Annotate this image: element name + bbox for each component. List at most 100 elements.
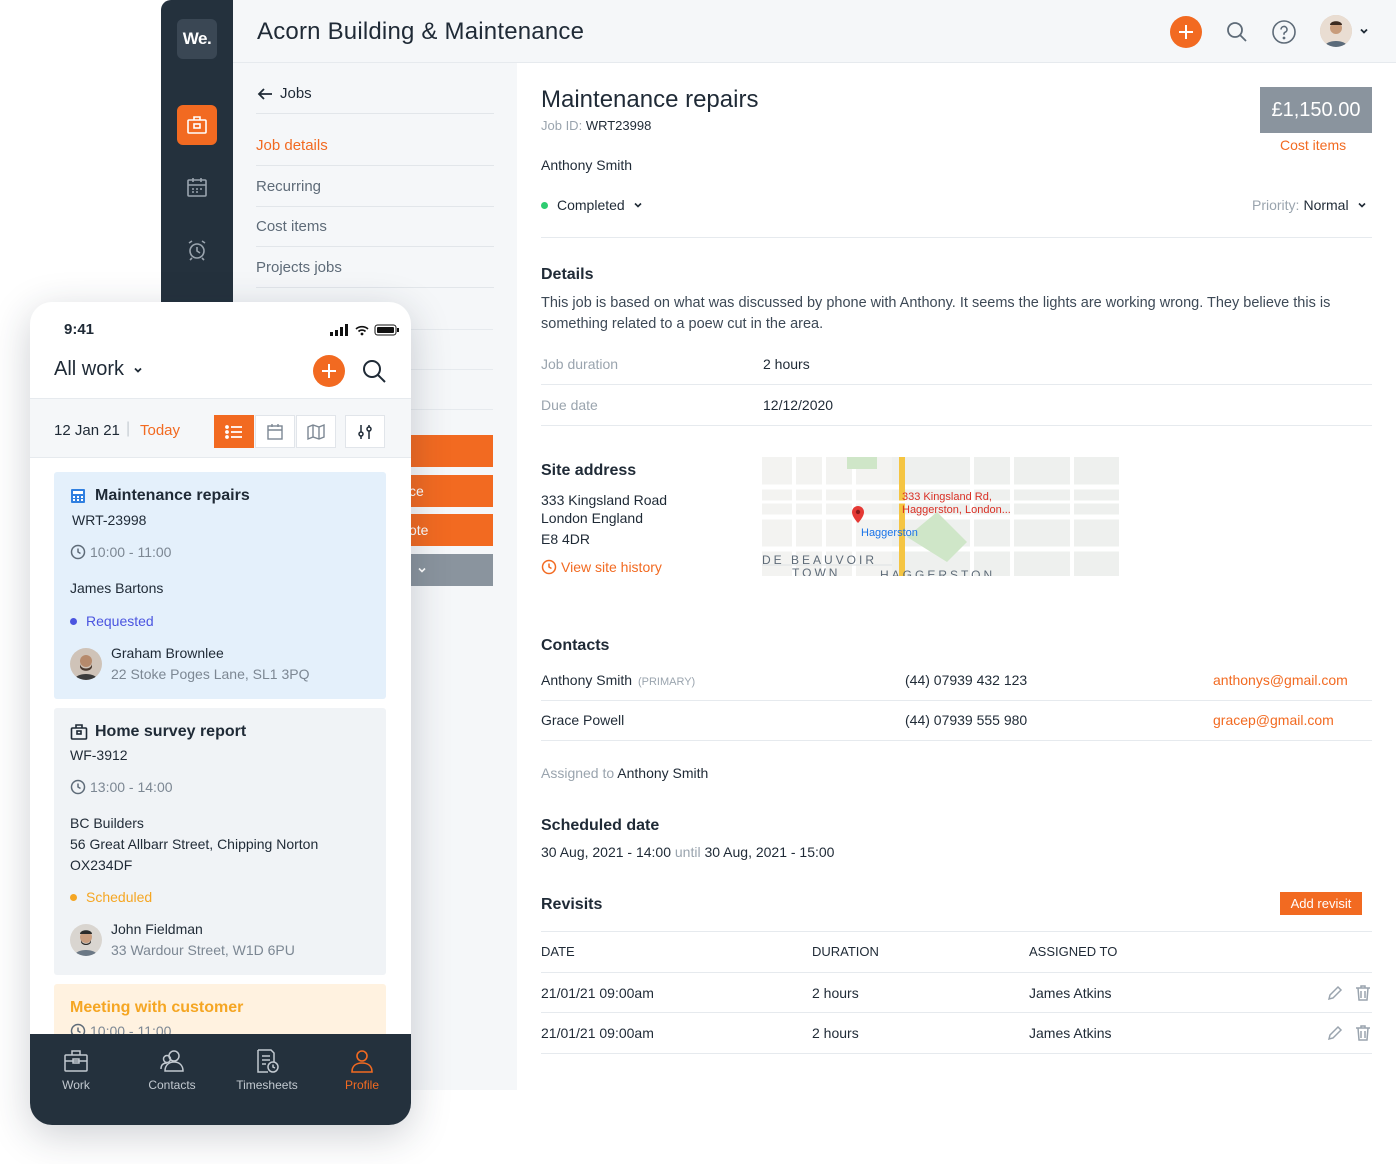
tab-work[interactable]: Work [31,1048,121,1092]
search-icon[interactable] [361,358,387,389]
filter-settings-button[interactable] [345,415,385,448]
card-person: John Fieldman [111,921,203,937]
scheduled-heading: Scheduled date [541,817,660,834]
revisit-duration: 2 hours [812,1025,859,1041]
add-button[interactable] [1170,16,1202,48]
trash-icon[interactable] [1354,1024,1372,1047]
view-site-history-link[interactable]: View site history [541,559,662,575]
alarm-rail-icon[interactable] [177,230,217,270]
contact-phone[interactable]: (44) 07939 555 980 [905,712,1027,728]
price-badge: £1,150.00 [1260,87,1372,133]
user-avatar[interactable] [1320,15,1352,47]
contact-name: Anthony Smith [541,672,633,688]
divider [541,931,1372,932]
edit-icon[interactable] [1326,1024,1344,1047]
chevron-down-icon [418,567,426,573]
job-customer: Anthony Smith [541,157,633,173]
filter-label: All work [54,358,125,380]
priority-dropdown[interactable]: Priority: Normal [1252,197,1367,213]
divider [409,409,493,410]
jobs-rail-icon[interactable] [177,105,217,145]
status-dot [541,201,548,209]
subnav-label: Recurring [256,178,322,195]
action-button[interactable]: ce [409,475,493,507]
column-header[interactable]: ASSIGNED TO [1029,944,1117,959]
chevron-down-icon[interactable] [1358,24,1370,42]
job-description: This job is based on what was discussed … [541,295,1331,332]
bottom-tab-bar: Work Contacts Timesheets Profile [30,1034,411,1125]
contact-name: Grace Powell [541,712,625,728]
address-line: London England [541,510,643,526]
card-address: 22 Stoke Poges Lane, SL1 3PQ [111,666,310,682]
revisit-assigned: James Atkins [1029,1025,1112,1041]
trash-icon[interactable] [1354,984,1372,1007]
avatar [70,924,102,956]
job-card[interactable]: Maintenance repairs WRT-23998 10:00 - 11… [54,472,386,699]
tab-contacts[interactable]: Contacts [127,1048,217,1092]
status-dot [70,617,77,625]
priority-value: Normal [1303,197,1349,213]
tab-profile[interactable]: Profile [317,1048,407,1092]
card-address: 33 Wardour Street, W1D 6PU [111,942,295,958]
app-logo[interactable]: We. [177,19,217,59]
job-card[interactable]: Home survey report WF-3912 13:00 - 14:00… [54,708,386,975]
calendar-view-button[interactable] [255,415,295,448]
subnav-cost-items[interactable]: Cost items [256,207,494,247]
action-button[interactable]: ote [409,514,493,546]
card-title: Maintenance repairs [95,487,250,504]
subnav-job-details[interactable]: Job details [256,126,494,166]
list-icon [225,424,242,439]
status-label: Scheduled [86,889,153,905]
list-view-button[interactable] [214,415,254,448]
site-map[interactable]: 333 Kingsland Rd, Haggerston, London... … [762,457,1119,576]
map-area: DE BEAUVOIR [762,553,878,567]
scheduled-end: 30 Aug, 2021 - 15:00 [704,844,835,860]
separator: | [126,420,131,437]
add-revisit-button[interactable]: Add revisit [1280,892,1362,915]
divider [541,237,1372,238]
card-client: James Bartons [70,580,164,596]
work-filter-dropdown[interactable]: All work [54,358,144,381]
mobile-app: 9:41 All work 12 Jan 21 | Today Maintena… [30,302,411,1125]
card-status: Requested [70,613,154,629]
map-view-button[interactable] [296,415,336,448]
job-details-panel: Maintenance repairs Job ID: WRT23998 Ant… [517,63,1396,1090]
clock-icon [70,779,86,795]
divider [409,329,493,330]
add-button[interactable] [313,355,345,387]
edit-icon[interactable] [1326,984,1344,1007]
search-icon[interactable] [1221,16,1253,48]
card-person: Graham Brownlee [111,645,224,661]
avatar [70,648,102,680]
contact-email[interactable]: gracep@gmail.com [1213,712,1334,728]
status-dropdown[interactable]: Completed [541,197,643,213]
tab-timesheets[interactable]: Timesheets [222,1048,312,1092]
status-dot [70,893,77,901]
contact-email[interactable]: anthonys@gmail.com [1213,672,1348,688]
calendar-rail-icon[interactable] [177,167,217,207]
contact-phone[interactable]: (44) 07939 432 123 [905,672,1027,688]
column-header[interactable]: DATE [541,944,575,959]
map-area: TOWN [792,566,841,576]
assigned-label: Assigned to [541,765,615,781]
more-actions-button[interactable] [409,554,493,586]
map-station: Haggerston [861,527,918,539]
subnav-projects-jobs[interactable]: Projects jobs [256,248,494,288]
job-duration-label: Job duration [541,356,619,372]
job-title: Maintenance repairs [541,86,759,113]
divider [541,972,1372,973]
help-icon[interactable] [1268,16,1300,48]
tab-label: Contacts [148,1078,196,1092]
chevron-down-icon [634,202,642,208]
address-line: E8 4DR [541,531,591,547]
action-button[interactable] [409,435,493,467]
divider [541,740,1372,741]
card-time: 10:00 - 11:00 [70,544,171,560]
subnav-recurring[interactable]: Recurring [256,167,494,207]
current-date[interactable]: 12 Jan 21 [54,422,120,439]
column-header[interactable]: DURATION [812,944,879,959]
back-to-jobs-link[interactable]: Jobs [256,74,494,114]
today-link[interactable]: Today [140,422,180,439]
history-link-label: View site history [561,559,662,575]
cost-items-link[interactable]: Cost items [1280,137,1346,153]
